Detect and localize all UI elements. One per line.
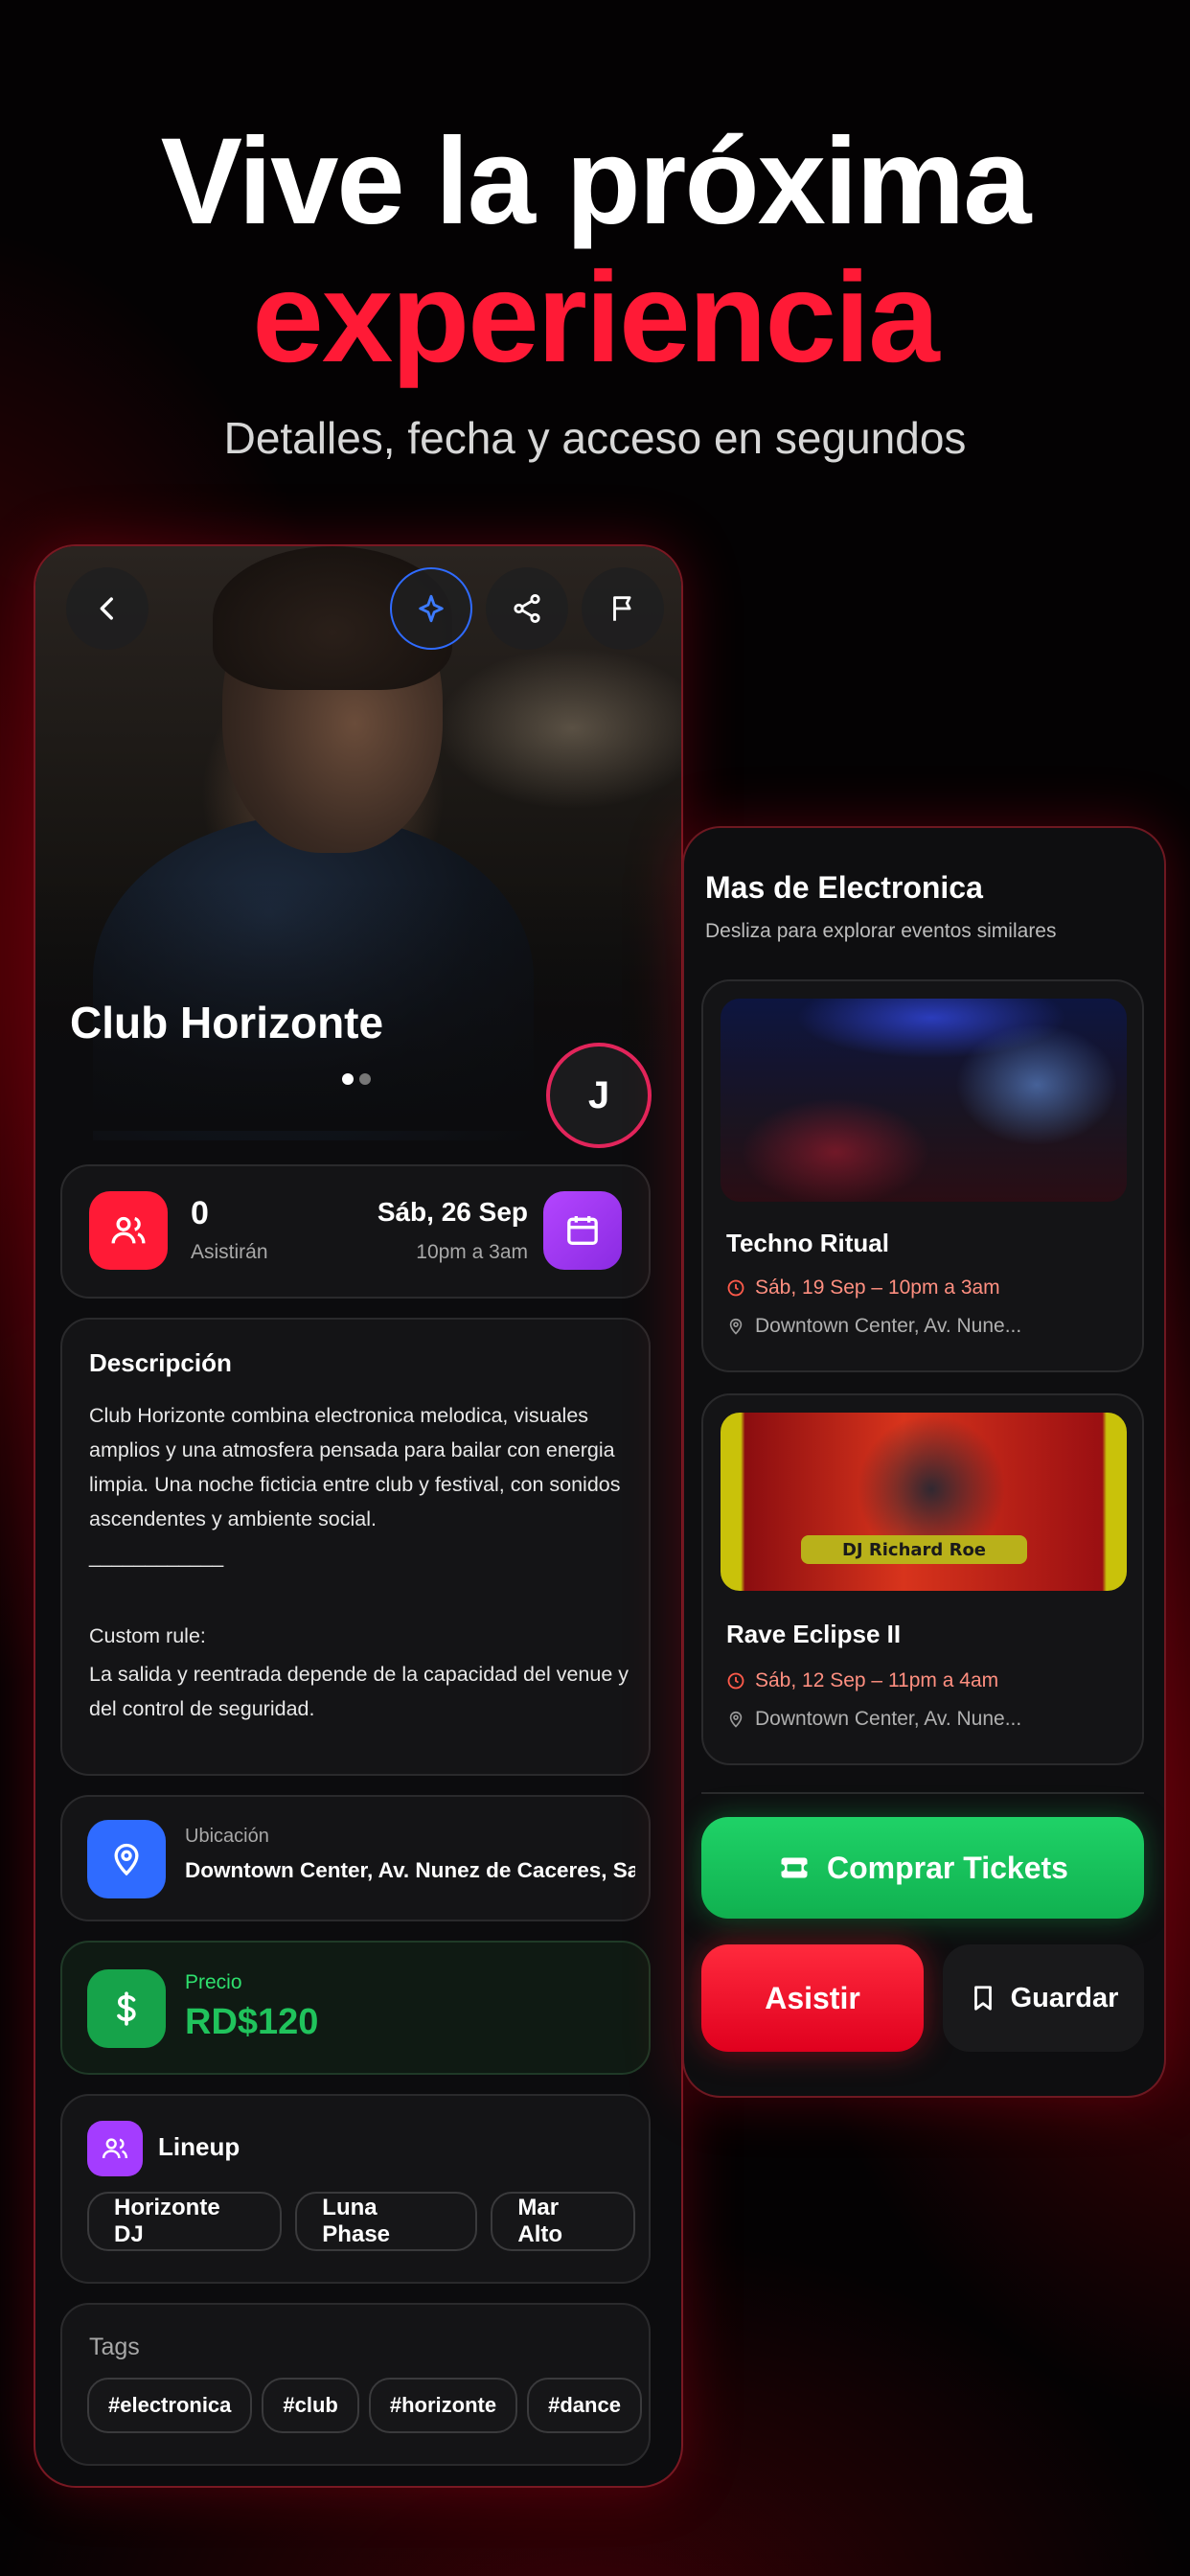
related-event-card[interactable]: Techno Ritual Sáb, 19 Sep – 10pm a 3am D… [701,979,1144,1372]
attend-button[interactable]: Asistir [701,1944,924,2052]
custom-rule-text: La salida y reentrada depende de la capa… [89,1663,629,1720]
price-label: Precio [185,1971,242,1993]
users-icon [111,1216,146,1244]
location-card[interactable]: Ubicación Downtown Center, Av. Nunez de … [60,1795,651,1921]
map-pin-icon [114,1843,139,1876]
share-icon [514,593,540,624]
calendar-button[interactable] [543,1191,622,1270]
tag-chip[interactable]: #club [262,2378,359,2433]
sparkle-icon [419,594,444,623]
clock-icon [727,1672,744,1690]
tag-chip[interactable]: #dance [527,2378,642,2433]
lineup-icon-box [87,2121,143,2176]
price-icon-box [87,1969,166,2048]
lineup-card: Lineup Horizonte DJ Luna Phase Mar Alto [60,2094,651,2284]
bookmark-icon [973,1986,992,2011]
dollar-icon [117,1991,136,2026]
tags-title: Tags [89,2334,140,2360]
related-event-location: Downtown Center, Av. Nune... [726,1315,1021,1338]
attendees-icon-box [89,1191,168,1270]
related-event-title: Techno Ritual [726,1229,889,1257]
calendar-icon [567,1216,598,1245]
techno-ritual-image [721,999,1127,1202]
related-events-panel: Mas de Electronica Desliza para explorar… [682,826,1166,2098]
tags-list: #electronica #club #horizonte #dance [87,2378,652,2433]
custom-rule-label: Custom rule: [89,1624,206,1647]
lineup-chip[interactable]: Horizonte DJ [87,2192,283,2251]
related-event-card[interactable]: DJ Richard Roe Rave Eclipse II Sáb, 12 S… [701,1393,1144,1765]
tag-chip[interactable]: #horizonte [368,2378,518,2433]
price-value: RD$120 [185,2002,319,2042]
event-time: 10pm a 3am [416,1241,528,1263]
location-text: Downtown Center, Av. Nunez de Caceres, S… [185,1858,635,1882]
hero-title-line2: experiencia [252,246,939,389]
map-pin-icon [729,1318,743,1335]
event-detail-screen: Club Horizonte J 0 Asistirán Sáb, 26 Sep… [34,544,683,2488]
organizer-avatar[interactable]: J [546,1043,652,1148]
attendance-date-card: 0 Asistirán Sáb, 26 Sep 10pm a 3am [60,1164,651,1299]
divider [701,1792,1144,1794]
tags-card: Tags #electronica #club #horizonte #danc… [60,2303,651,2466]
users-icon [102,2138,128,2159]
buy-tickets-button[interactable]: Comprar Tickets [701,1817,1144,1919]
attendees-count: 0 [191,1195,209,1231]
clock-icon [727,1279,744,1297]
lineup-list: Horizonte DJ Luna Phase Mar Alto [87,2192,649,2251]
chevron-left-icon [100,597,113,620]
ticket-icon [781,1857,808,1878]
share-button[interactable] [486,567,568,650]
description-title: Descripción [89,1348,232,1377]
lineup-chip[interactable]: Mar Alto [491,2192,635,2251]
back-button[interactable] [66,567,149,650]
save-button[interactable]: Guardar [943,1944,1144,2052]
hero-title-line1: Vive la próxima [160,113,1032,250]
description-text: Club Horizonte combina electronica melod… [89,1404,621,1530]
related-event-datetime: Sáb, 12 Sep – 11pm a 4am [726,1669,998,1692]
related-title: Mas de Electronica [705,870,983,905]
report-button[interactable] [582,567,664,650]
related-event-datetime: Sáb, 19 Sep – 10pm a 3am [726,1276,1000,1300]
event-title: Club Horizonte [70,998,384,1047]
price-card: Precio RD$120 [60,1941,651,2075]
dj-banner: DJ Richard Roe [801,1535,1027,1564]
location-label: Ubicación [185,1826,269,1847]
event-date: Sáb, 26 Sep [377,1197,528,1227]
sparkle-button[interactable] [390,567,472,650]
lineup-title: Lineup [158,2132,240,2161]
related-event-location: Downtown Center, Av. Nune... [726,1708,1021,1731]
attendees-label: Asistirán [191,1241,268,1263]
description-divider: ____________ [89,1546,224,1568]
tag-chip[interactable]: #electronica [87,2378,253,2433]
location-icon-box [87,1820,166,1898]
lineup-chip[interactable]: Luna Phase [295,2192,478,2251]
hero-subtitle: Detalles, fecha y acceso en segundos [223,413,967,463]
description-card: Descripción Club Horizonte combina elect… [60,1318,651,1776]
flag-icon [613,596,631,621]
rave-eclipse-image: DJ Richard Roe [721,1413,1127,1591]
related-event-title: Rave Eclipse II [726,1620,902,1648]
related-subtitle: Desliza para explorar eventos similares [705,920,1057,942]
map-pin-icon [729,1711,743,1728]
image-pager[interactable] [342,1073,371,1085]
